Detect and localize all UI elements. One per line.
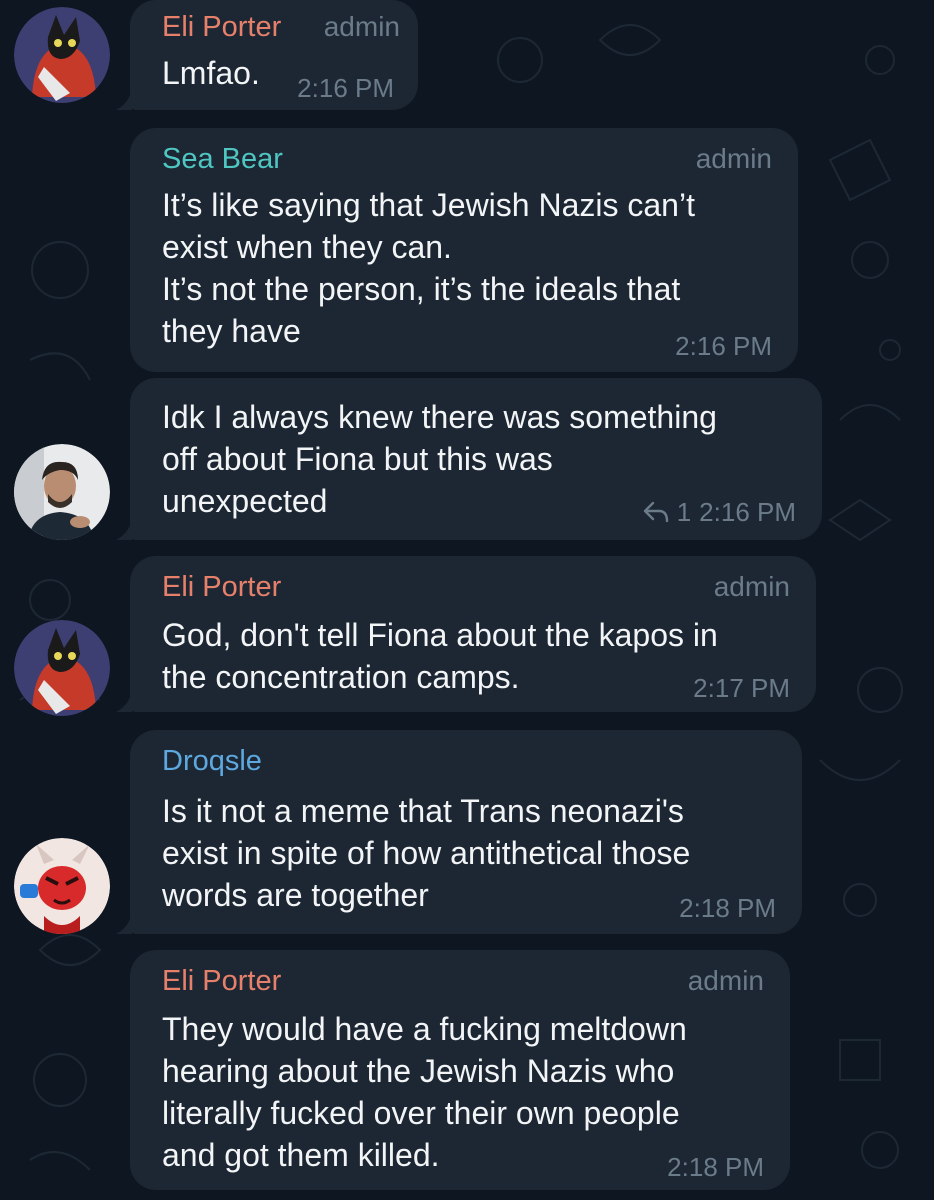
message-bubble[interactable]: Idk I always knew there was something of… — [116, 378, 822, 540]
message-text: It’s like saying that Jewish Nazis can’t… — [162, 187, 695, 349]
message-time: 2:16 PM — [297, 73, 394, 103]
message-text: Lmfao. — [162, 55, 260, 91]
reply-arrow-icon[interactable] — [643, 501, 669, 523]
message-meta: 1 2:16 PM — [643, 497, 796, 527]
message-time: 2:17 PM — [693, 673, 790, 703]
bubble-tail — [116, 90, 132, 110]
bubble-tail — [116, 692, 132, 712]
message-bubble[interactable]: Eli Porter admin God, don't tell Fiona a… — [116, 556, 816, 712]
avatar-eli-porter[interactable] — [14, 620, 110, 716]
message-time: 2:18 PM — [679, 893, 776, 923]
admin-badge: admin — [323, 11, 400, 42]
message-text: Idk I always knew there was something of… — [162, 399, 717, 519]
message-time: 2:16 PM — [699, 497, 796, 527]
message-bubble[interactable]: Eli Porter admin Lmfao. 2:16 PM — [116, 0, 418, 110]
admin-badge: admin — [687, 965, 764, 996]
message-bubble[interactable]: Droqsle Is it not a meme that Trans neon… — [116, 730, 802, 934]
admin-badge: admin — [695, 143, 772, 174]
sender-name[interactable]: Sea Bear — [162, 142, 283, 176]
bubble-tail — [116, 520, 132, 540]
sender-name[interactable]: Eli Porter — [162, 10, 281, 44]
sender-name[interactable]: Eli Porter — [162, 570, 281, 604]
avatar-droqsle[interactable] — [14, 838, 110, 934]
message-time: 2:16 PM — [675, 331, 772, 361]
message-text: God, don't tell Fiona about the kapos in… — [162, 617, 718, 695]
message-time: 2:18 PM — [667, 1152, 764, 1182]
message-text: Is it not a meme that Trans neonazi's ex… — [162, 793, 691, 913]
avatar-user[interactable] — [14, 444, 110, 540]
message-text: They would have a fucking meltdown heari… — [162, 1011, 687, 1173]
sender-name[interactable]: Droqsle — [162, 744, 262, 778]
sender-name[interactable]: Eli Porter — [162, 964, 281, 998]
bubble-tail — [116, 914, 132, 934]
message-bubble[interactable]: Eli Porter admin They would have a fucki… — [130, 950, 790, 1190]
admin-badge: admin — [713, 571, 790, 602]
message-bubble[interactable]: Sea Bear admin It’s like saying that Jew… — [130, 128, 798, 372]
avatar-eli-porter[interactable] — [14, 7, 110, 103]
reply-count[interactable]: 1 — [677, 497, 691, 527]
